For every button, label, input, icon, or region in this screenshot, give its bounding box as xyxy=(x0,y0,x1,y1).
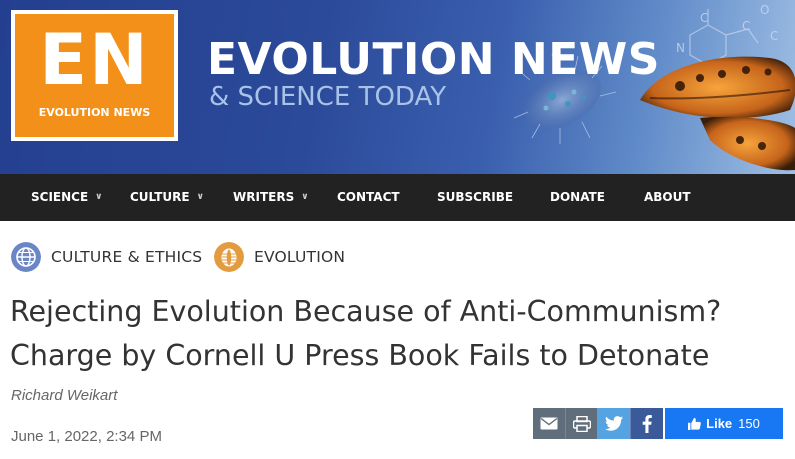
facebook-like-button[interactable]: Like 150 xyxy=(665,408,783,439)
nav-item-label: WRITERS xyxy=(233,190,295,204)
print-icon xyxy=(572,415,591,432)
site-banner: CCO NC EN EVOLUTION NEWS EVOLUTION NEWS … xyxy=(0,0,795,174)
nav-item-subscribe[interactable]: SUBSCRIBE xyxy=(437,174,513,221)
site-logo[interactable]: EN EVOLUTION NEWS xyxy=(11,10,178,141)
svg-text:N: N xyxy=(676,41,685,55)
chevron-down-icon: ∨ xyxy=(95,192,103,202)
main-nav: SCIENCE ∨ CULTURE ∨ WRITERS ∨ CONTACT SUBSC… xyxy=(0,174,795,221)
share-bar: Like 150 xyxy=(533,408,783,439)
facebook-icon xyxy=(642,414,652,433)
logo-letters: EN xyxy=(39,19,150,101)
nav-item-label: DONATE xyxy=(550,190,605,204)
nav-item-donate[interactable]: DONATE xyxy=(550,174,605,221)
twitter-icon xyxy=(604,416,623,431)
facebook-share-button[interactable] xyxy=(630,408,663,439)
category-evolution[interactable]: EVOLUTION xyxy=(214,241,345,273)
nav-item-label: CONTACT xyxy=(337,190,400,204)
chevron-down-icon: ∨ xyxy=(196,192,204,202)
article-date: June 1, 2022, 2:34 PM xyxy=(11,428,162,445)
svg-text:C: C xyxy=(770,29,778,43)
svg-text:O: O xyxy=(760,3,769,17)
svg-text:C: C xyxy=(742,19,750,33)
logo-subtext: EVOLUTION NEWS xyxy=(38,106,151,119)
email-share-button[interactable] xyxy=(533,408,565,439)
category-culture-ethics[interactable]: CULTURE & ETHICS xyxy=(11,241,202,273)
twitter-share-button[interactable] xyxy=(597,408,630,439)
nav-item-label: ABOUT xyxy=(644,190,691,204)
svg-text:C: C xyxy=(700,11,708,25)
email-icon xyxy=(540,417,558,430)
site-title[interactable]: EVOLUTION NEWS xyxy=(207,34,660,86)
article-headline: Rejecting Evolution Because of Anti-Comm… xyxy=(10,295,722,372)
trilobite-icon xyxy=(214,242,244,272)
nav-item-writers[interactable]: WRITERS ∨ xyxy=(233,174,309,221)
nav-item-science[interactable]: SCIENCE ∨ xyxy=(31,174,102,221)
article-author[interactable]: Richard Weikart xyxy=(11,387,117,404)
nav-item-label: SCIENCE xyxy=(31,190,89,204)
category-label: EVOLUTION xyxy=(254,248,346,266)
nav-item-about[interactable]: ABOUT xyxy=(644,174,691,221)
like-count: 150 xyxy=(738,416,760,431)
nav-item-contact[interactable]: CONTACT xyxy=(337,174,400,221)
nav-item-culture[interactable]: CULTURE ∨ xyxy=(130,174,204,221)
nav-item-label: SUBSCRIBE xyxy=(437,190,514,204)
category-label: CULTURE & ETHICS xyxy=(51,248,203,266)
site-subtitle: & SCIENCE TODAY xyxy=(209,82,447,112)
nav-item-label: CULTURE xyxy=(130,190,190,204)
thumbs-up-icon xyxy=(688,417,702,430)
like-label: Like xyxy=(706,416,733,431)
print-button[interactable] xyxy=(565,408,597,439)
globe-icon xyxy=(11,242,41,272)
chevron-down-icon: ∨ xyxy=(301,192,309,202)
